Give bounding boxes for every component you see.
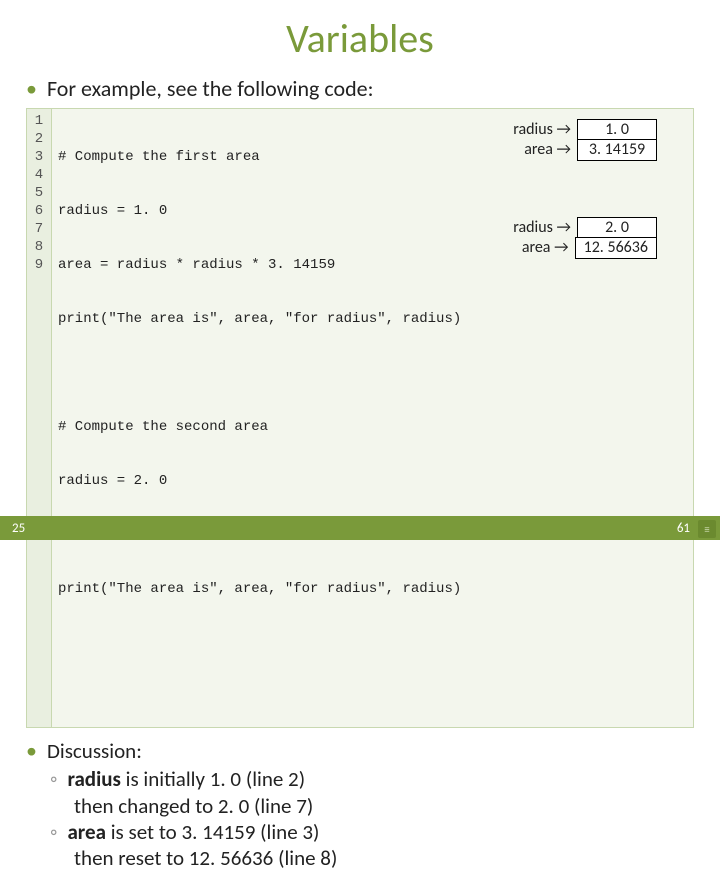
overlay-label: radius → (513, 219, 571, 237)
slide-footer: 25 61 (0, 516, 720, 540)
discussion-line: radius is initially 1. 0 (line 2) (67, 766, 305, 792)
overlay-label: area → (524, 141, 571, 159)
line-number: 5 (27, 184, 51, 202)
discussion-line: then changed to 2. 0 (line 7) (26, 793, 694, 819)
line-number: 2 (27, 130, 51, 148)
line-number: 3 (27, 148, 51, 166)
overlay-value: 2. 0 (577, 217, 657, 239)
line-number: 1 (27, 112, 51, 130)
code-line: print("The area is", area, "for radius",… (58, 580, 687, 598)
line-number-gutter: 1 2 3 4 5 6 7 8 9 (26, 108, 52, 728)
code-line (58, 364, 687, 382)
overlay-label: radius → (513, 121, 571, 139)
value-overlay: area → 12. 56636 (522, 237, 657, 259)
overlay-label: area → (522, 239, 569, 257)
code-line: print("The area is", area, "for radius",… (58, 310, 687, 328)
discussion-item: ◦ radius is initially 1. 0 (line 2) (26, 766, 694, 792)
overlay-value: 12. 56636 (575, 237, 657, 259)
bullet-icon: • (26, 740, 37, 762)
code-line: radius = 2. 0 (58, 472, 687, 490)
line-number: 7 (27, 220, 51, 238)
discussion-line: then reset to 12. 56636 (line 8) (26, 845, 694, 871)
intro-text: For example, see the following code: (47, 75, 374, 102)
code-block: 1 2 3 4 5 6 7 8 9 # Compute the first ar… (26, 108, 694, 728)
slide-body: • For example, see the following code: 1… (0, 63, 720, 871)
line-number: 9 (27, 256, 51, 274)
value-overlay: radius → 2. 0 (513, 217, 657, 239)
discussion-line: area is set to 3. 14159 (line 3) (67, 819, 319, 845)
slide-title: Variables (0, 0, 720, 63)
discussion-block: • Discussion: ◦ radius is initially 1. 0… (26, 738, 694, 871)
overlay-value: 1. 0 (577, 119, 657, 141)
line-number: 8 (27, 238, 51, 256)
sub-bullet-icon: ◦ (50, 766, 57, 792)
code-body: # Compute the first area radius = 1. 0 a… (52, 108, 694, 728)
code-line: # Compute the second area (58, 418, 687, 436)
line-number: 4 (27, 166, 51, 184)
discussion-title: Discussion: (47, 738, 142, 764)
value-overlay: area → 3. 14159 (524, 139, 657, 161)
line-number: 6 (27, 202, 51, 220)
intro-bullet: • For example, see the following code: (26, 75, 694, 102)
footer-right: 61 (677, 521, 690, 536)
bullet-icon: • (26, 78, 37, 100)
value-overlay: radius → 1. 0 (513, 119, 657, 141)
footer-left: 25 (12, 521, 25, 536)
overlay-value: 3. 14159 (577, 139, 657, 161)
presenter-icon: ≡ (698, 520, 716, 538)
sub-bullet-icon: ◦ (50, 819, 57, 845)
discussion-item: ◦ area is set to 3. 14159 (line 3) (26, 819, 694, 845)
